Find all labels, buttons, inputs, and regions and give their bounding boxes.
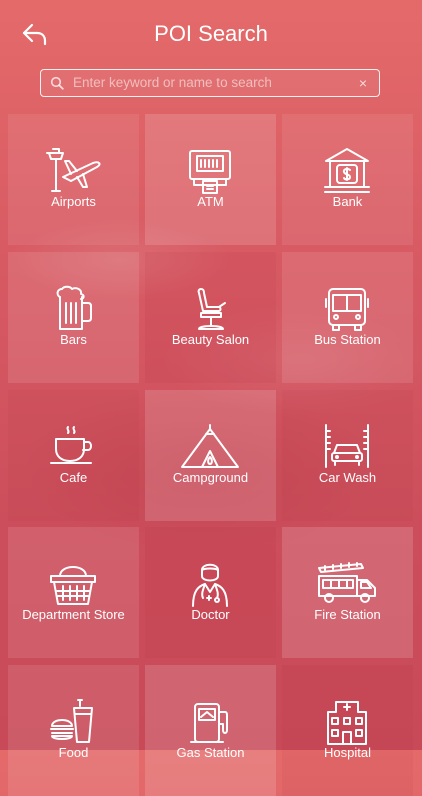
category-tile-bars[interactable]: Bars <box>8 252 139 383</box>
atm-icon <box>189 150 231 194</box>
food-icon <box>50 699 93 743</box>
category-tile-food[interactable]: Food <box>8 665 139 796</box>
bus-icon <box>325 288 369 331</box>
fire-truck-icon <box>318 562 376 603</box>
category-tile-airports[interactable]: Airports <box>8 114 139 245</box>
category-label: ATM <box>197 194 224 209</box>
salon-chair-icon <box>197 288 226 330</box>
category-label: Department Store <box>22 607 125 622</box>
category-label: Campground <box>172 470 249 485</box>
category-label: Fire Station <box>314 607 381 622</box>
category-label: Airports <box>51 194 96 209</box>
category-label: Beauty Salon <box>171 332 250 347</box>
category-label: Cafe <box>59 470 88 485</box>
category-label: Bank <box>332 194 363 209</box>
category-tile-car-wash[interactable]: Car Wash <box>282 390 413 521</box>
category-tile-campground[interactable]: Campground <box>145 390 276 521</box>
category-label: Car Wash <box>318 470 377 485</box>
beer-mug-icon <box>56 285 92 330</box>
category-tile-fire-station[interactable]: Fire Station <box>282 527 413 658</box>
category-label: Hospital <box>324 745 371 760</box>
category-tile-hospital[interactable]: Hospital <box>282 665 413 796</box>
category-tile-gas-station[interactable]: Gas Station <box>145 665 276 796</box>
category-tile-atm[interactable]: ATM <box>145 114 276 245</box>
category-tile-department-store[interactable]: Department Store <box>8 527 139 658</box>
airport-icon <box>46 148 101 192</box>
category-label: Gas Station <box>176 745 245 760</box>
gas-pump-icon <box>190 703 228 743</box>
car-wash-icon <box>325 424 369 468</box>
category-label: Bus Station <box>314 332 381 347</box>
category-grid: Airports ATM Bank Bars Beauty Salon Bus … <box>0 0 422 796</box>
hospital-icon <box>327 701 367 745</box>
category-tile-bus-station[interactable]: Bus Station <box>282 252 413 383</box>
category-tile-doctor[interactable]: Doctor <box>145 527 276 658</box>
category-tile-beauty-salon[interactable]: Beauty Salon <box>145 252 276 383</box>
category-label: Doctor <box>191 607 230 622</box>
category-tile-bank[interactable]: Bank <box>282 114 413 245</box>
category-label: Food <box>58 745 89 760</box>
category-tile-cafe[interactable]: Cafe <box>8 390 139 521</box>
basket-icon <box>50 566 96 605</box>
tent-icon <box>181 424 239 468</box>
category-label: Bars <box>60 332 87 347</box>
coffee-cup-icon <box>50 426 92 464</box>
bank-icon <box>324 148 370 193</box>
doctor-icon <box>192 563 228 607</box>
